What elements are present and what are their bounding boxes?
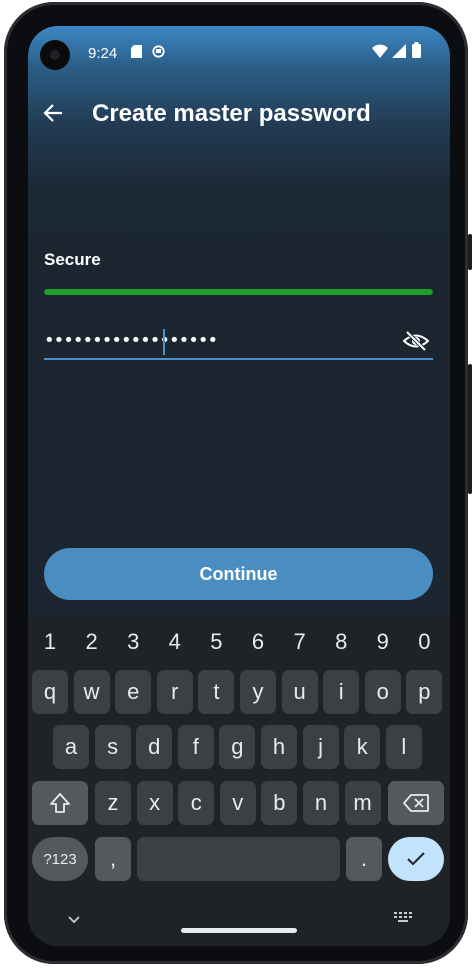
volume-button [468,234,472,270]
number-key-2[interactable]: 2 [77,629,107,655]
letter-key-o[interactable]: o [364,670,401,714]
chevron-down-icon[interactable] [68,911,80,927]
sd-card-icon [131,45,142,61]
battery-icon [412,42,421,61]
number-key-7[interactable]: 7 [285,629,315,655]
letter-key-v[interactable]: v [219,781,256,825]
power-button [468,364,472,494]
number-key-8[interactable]: 8 [326,629,356,655]
back-arrow-icon[interactable] [42,102,68,128]
letter-key-r[interactable]: r [156,670,193,714]
password-strength-fill [44,289,433,295]
continue-button[interactable]: Continue [44,548,433,600]
letter-key-h[interactable]: h [261,725,297,769]
navigation-bar [28,895,450,946]
phone-frame: 9:24 Create master password Secure •••••… [4,2,472,964]
letter-key-p[interactable]: p [406,670,443,714]
letter-key-b[interactable]: b [261,781,298,825]
letter-key-n[interactable]: n [303,781,339,825]
password-strength-label: Secure [44,250,101,269]
period-key[interactable]: . [346,837,382,881]
number-key-0[interactable]: 0 [409,629,439,655]
letter-key-a[interactable]: a [53,725,89,769]
text-cursor [163,329,165,355]
backspace-key[interactable] [388,781,444,825]
wifi-icon [372,44,388,61]
letter-key-j[interactable]: j [302,725,339,769]
number-key-3[interactable]: 3 [118,629,148,655]
screen: 9:24 Create master password Secure •••••… [28,26,450,946]
number-key-1[interactable]: 1 [35,629,65,655]
comma-key[interactable]: , [95,837,131,881]
front-camera [40,40,70,70]
keyboard-icon[interactable] [394,911,412,923]
password-strength-bar [44,289,433,295]
visibility-off-icon[interactable] [402,330,430,352]
number-row: 1234567890 [28,617,450,667]
letter-key-s[interactable]: s [94,725,131,769]
shift-key[interactable] [32,781,88,825]
status-time: 9:24 [88,45,118,62]
status-bar: 9:24 [28,26,450,78]
number-key-9[interactable]: 9 [368,629,398,655]
letter-key-c[interactable]: c [178,781,215,825]
password-value: •••••••••••••••••• [44,330,218,351]
letter-key-u[interactable]: u [281,670,318,714]
symbols-key[interactable]: ?123 [32,837,88,881]
letter-key-q[interactable]: q [32,670,68,714]
master-password-input[interactable]: •••••••••••••••••• [44,326,433,360]
page-title: Create master password [92,100,371,127]
letter-key-w[interactable]: w [73,670,110,714]
letter-key-z[interactable]: z [95,781,131,825]
home-gesture-bar[interactable] [181,928,297,933]
letter-key-i[interactable]: i [323,670,360,714]
signal-icon [392,44,406,61]
letter-key-d[interactable]: d [136,725,173,769]
number-key-5[interactable]: 5 [201,629,231,655]
number-key-6[interactable]: 6 [243,629,273,655]
letter-key-e[interactable]: e [115,670,152,714]
letter-key-y[interactable]: y [240,670,276,714]
letter-key-l[interactable]: l [385,725,422,769]
on-screen-keyboard: 1234567890 qwertyuiop asdfghjkl zxcvbnm ?1… [28,617,450,946]
letter-key-g[interactable]: g [219,725,256,769]
number-key-4[interactable]: 4 [160,629,190,655]
enter-key[interactable] [388,837,444,881]
space-key[interactable] [137,837,340,881]
letter-key-x[interactable]: x [136,781,173,825]
notification-icon [152,45,165,61]
letter-key-t[interactable]: t [198,670,235,714]
letter-key-k[interactable]: k [344,725,381,769]
letter-key-f[interactable]: f [177,725,214,769]
letter-key-m[interactable]: m [344,781,381,825]
